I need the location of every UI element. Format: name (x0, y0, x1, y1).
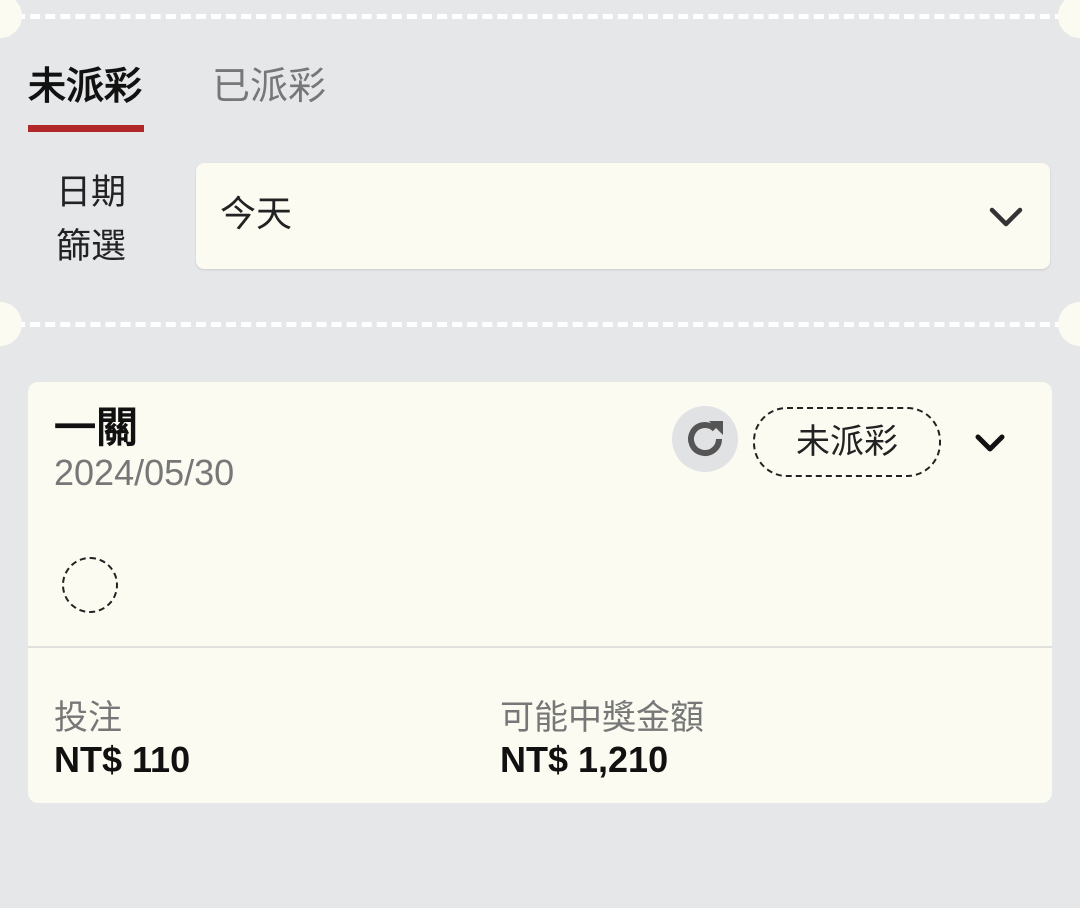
bet-type-title: 一關 (54, 403, 139, 452)
middle-dashed-divider (0, 322, 1080, 327)
potential-payout-label: 可能中獎金額 (500, 698, 704, 738)
bet-card: 一關 2024/05/30 未派彩 投注 NT$ 110 可能中獎金額 NT$ … (28, 382, 1052, 803)
chevron-down-icon (986, 197, 1026, 237)
status-badge: 未派彩 (753, 407, 941, 477)
tab-settled[interactable]: 已派彩 (212, 62, 326, 110)
chevron-down-icon (975, 434, 1005, 452)
stake-value: NT$ 110 (54, 739, 191, 780)
tab-unsettled[interactable]: 未派彩 (28, 62, 142, 110)
date-filter-value: 今天 (220, 194, 293, 235)
refresh-button[interactable] (672, 406, 738, 472)
card-divider (28, 646, 1052, 648)
stake-label: 投注 (54, 698, 122, 738)
top-left-notch (0, 0, 22, 38)
refresh-icon (688, 421, 723, 456)
top-dashed-divider (0, 14, 1080, 19)
middle-right-notch (1058, 302, 1080, 346)
date-filter-label-line1: 日期 (56, 173, 127, 213)
date-filter-label-line2: 篩選 (56, 227, 127, 267)
selection-placeholder-circle (62, 557, 118, 613)
bet-date: 2024/05/30 (54, 452, 235, 493)
date-filter-label: 日期 篩選 (56, 166, 136, 274)
date-filter-select[interactable]: 今天 (196, 163, 1050, 269)
middle-left-notch (0, 302, 22, 346)
top-right-notch (1058, 0, 1080, 38)
potential-payout-value: NT$ 1,210 (500, 739, 669, 780)
active-tab-indicator (28, 125, 144, 132)
expand-card-button[interactable] (972, 426, 1008, 462)
